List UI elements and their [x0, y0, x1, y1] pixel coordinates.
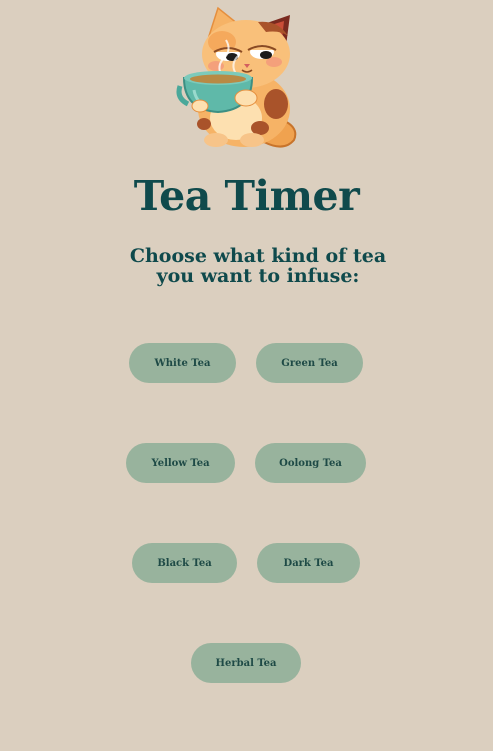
page-title: Tea Timer — [133, 172, 360, 220]
white-tea-button[interactable]: White Tea — [129, 343, 236, 383]
oolong-tea-button[interactable]: Oolong Tea — [255, 443, 366, 483]
herbal-tea-button[interactable]: Herbal Tea — [191, 643, 301, 683]
yellow-tea-button[interactable]: Yellow Tea — [126, 443, 235, 483]
dark-tea-button[interactable]: Dark Tea — [257, 543, 360, 583]
instruction-text: Choose what kind of tea you want to infu… — [129, 245, 387, 287]
black-tea-button[interactable]: Black Tea — [132, 543, 237, 583]
cat-with-tea-cup-icon — [176, 6, 297, 148]
green-tea-button[interactable]: Green Tea — [256, 343, 363, 383]
